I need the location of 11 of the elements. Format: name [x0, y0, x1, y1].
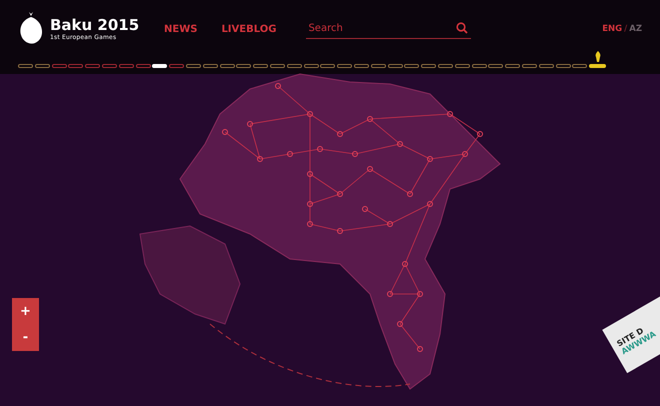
search-field[interactable]: Search: [306, 19, 472, 39]
nav-link[interactable]: NEWS: [164, 24, 198, 34]
language-separator: /: [624, 24, 628, 34]
logo-title: Baku 2015: [50, 17, 140, 34]
language-link[interactable]: ENG: [602, 24, 622, 34]
search-icon[interactable]: [456, 22, 468, 34]
nav-link[interactable]: LIVEBLOG: [221, 24, 276, 34]
zoom-button[interactable]: -: [12, 330, 39, 346]
zoom-button[interactable]: +: [12, 304, 39, 319]
language-link[interactable]: AZ: [629, 24, 642, 34]
torch-icon: [594, 51, 602, 62]
